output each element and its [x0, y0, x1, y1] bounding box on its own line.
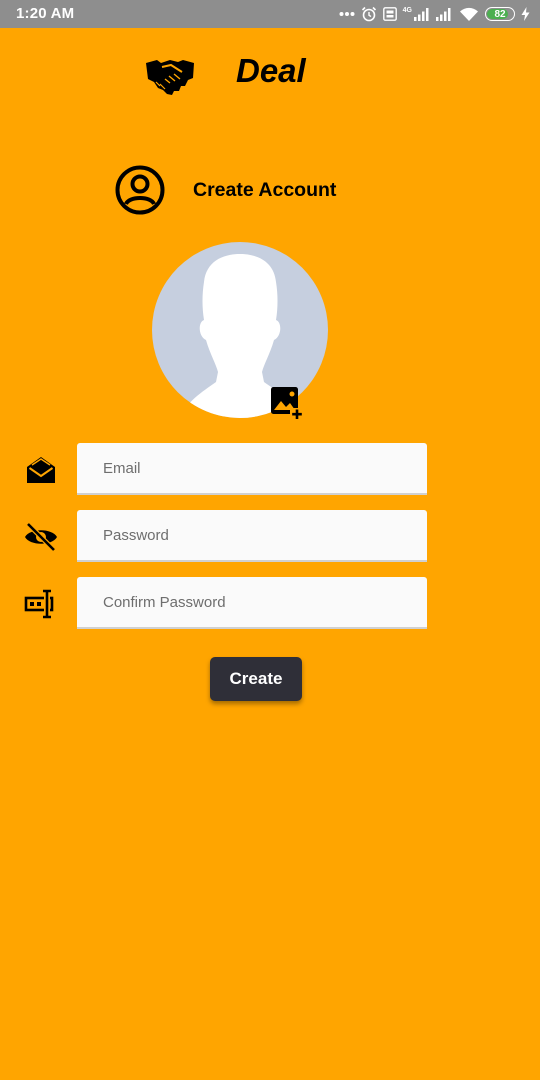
mail-open-icon — [23, 452, 59, 488]
network-type-label: 4G — [402, 7, 412, 14]
password-field[interactable] — [77, 510, 427, 562]
password-row — [0, 510, 540, 564]
status-bar: 1:20 AM 4G 82 — [0, 0, 540, 28]
brand-title: Deal — [236, 52, 306, 89]
status-time: 1:20 AM — [16, 5, 75, 22]
page-title: Create Account — [193, 179, 337, 201]
status-icons: 4G 82 — [339, 4, 530, 24]
confirm-password-field[interactable] — [77, 577, 427, 629]
volte-icon — [382, 7, 397, 21]
signal-icon — [436, 7, 453, 21]
password-input-icon — [23, 586, 59, 622]
battery-icon: 82 — [485, 7, 515, 21]
signal-4g-icon: 4G — [403, 7, 430, 21]
confirm-password-row — [0, 577, 540, 631]
account-circle-icon — [114, 164, 166, 216]
email-field[interactable] — [77, 443, 427, 495]
more-dots-icon — [339, 11, 355, 17]
wifi-icon — [459, 7, 479, 22]
alarm-icon — [361, 6, 377, 22]
charging-icon — [521, 7, 530, 21]
handshake-icon — [144, 53, 196, 99]
battery-percent: 82 — [494, 8, 506, 20]
visibility-off-icon[interactable] — [23, 519, 59, 555]
add-photo-icon[interactable] — [267, 383, 305, 421]
create-button[interactable]: Create — [210, 657, 302, 701]
email-row — [0, 443, 540, 497]
